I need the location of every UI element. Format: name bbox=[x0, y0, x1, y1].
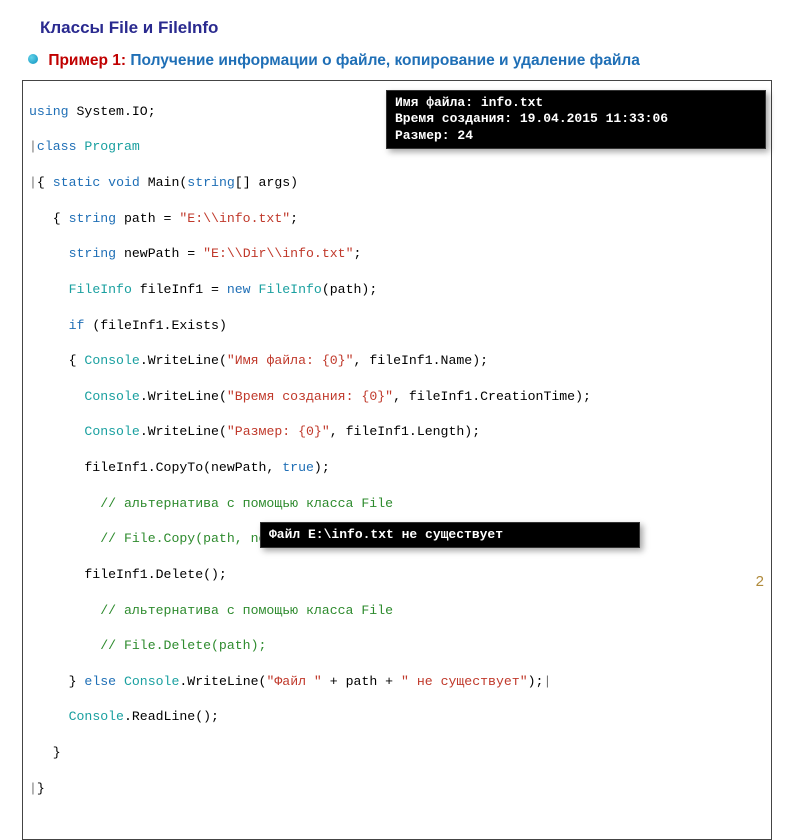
example-heading: Пример 1: Получение информации о файле, … bbox=[28, 52, 772, 70]
code-token: using bbox=[29, 104, 69, 119]
slide: Классы File и FileInfo Пример 1: Получен… bbox=[0, 0, 800, 600]
code-token: true bbox=[282, 460, 314, 475]
code-token bbox=[29, 389, 84, 404]
code-token: , fileInf1.Length); bbox=[330, 424, 480, 439]
code-token: class bbox=[37, 139, 77, 154]
code-block: using System.IO; |class Program |{ stati… bbox=[22, 80, 772, 840]
code-token: (fileInf1.Exists) bbox=[84, 318, 226, 333]
code-token: string bbox=[187, 175, 234, 190]
code-token bbox=[29, 318, 69, 333]
code-token: .WriteLine( bbox=[140, 389, 227, 404]
code-comment: // альтернатива с помощью класса File bbox=[29, 603, 393, 618]
code-token: newPath = bbox=[116, 246, 203, 261]
code-token: ; bbox=[354, 246, 362, 261]
code-token: + path + bbox=[322, 674, 401, 689]
code-token bbox=[29, 282, 69, 297]
code-token: string bbox=[69, 211, 116, 226]
code-token bbox=[29, 424, 84, 439]
code-token: "E:\\Dir\\info.txt" bbox=[203, 246, 353, 261]
code-comment: // альтернатива с помощью класса File bbox=[29, 496, 393, 511]
code-token: fileInf1.Delete(); bbox=[29, 567, 227, 582]
code-token bbox=[29, 709, 69, 724]
code-token: static bbox=[53, 175, 100, 190]
code-token: { bbox=[29, 353, 84, 368]
code-token: | bbox=[29, 781, 37, 796]
code-token bbox=[251, 282, 259, 297]
code-token: path = bbox=[116, 211, 179, 226]
code-token: | bbox=[29, 175, 37, 190]
code-token: FileInfo bbox=[69, 282, 132, 297]
code-token: } bbox=[37, 781, 45, 796]
code-token bbox=[100, 175, 108, 190]
code-token: "Время создания: {0}" bbox=[227, 389, 393, 404]
code-token: FileInfo bbox=[259, 282, 322, 297]
code-token: | bbox=[29, 139, 37, 154]
code-token bbox=[116, 674, 124, 689]
slide-title: Классы File и FileInfo bbox=[40, 18, 772, 38]
page-number: 2 bbox=[756, 573, 764, 590]
code-token: fileInf1.CopyTo(newPath, bbox=[29, 460, 282, 475]
code-token: " не существует" bbox=[401, 674, 528, 689]
code-token: } bbox=[29, 674, 84, 689]
code-token: ); bbox=[314, 460, 330, 475]
code-token: ; bbox=[290, 211, 298, 226]
code-token: Main( bbox=[140, 175, 187, 190]
code-token: .WriteLine( bbox=[140, 353, 227, 368]
code-token bbox=[29, 246, 69, 261]
code-token: new bbox=[227, 282, 251, 297]
code-token: } bbox=[29, 745, 61, 760]
code-token: [] args) bbox=[235, 175, 298, 190]
example-label: Пример 1: bbox=[48, 52, 126, 69]
code-token: "Файл " bbox=[266, 674, 321, 689]
code-token: "Размер: {0}" bbox=[227, 424, 330, 439]
cursor-icon: | bbox=[543, 674, 551, 689]
code-token: Console bbox=[84, 353, 139, 368]
code-token: Console bbox=[84, 389, 139, 404]
code-token: , fileInf1.Name); bbox=[354, 353, 489, 368]
code-token: Console bbox=[124, 674, 179, 689]
code-token: Program bbox=[84, 139, 139, 154]
code-token: else bbox=[84, 674, 116, 689]
code-token: "E:\\info.txt" bbox=[179, 211, 290, 226]
code-token: { bbox=[37, 175, 53, 190]
code-token: Console bbox=[84, 424, 139, 439]
code-token: .WriteLine( bbox=[140, 424, 227, 439]
code-token: if bbox=[69, 318, 85, 333]
code-token: string bbox=[69, 246, 116, 261]
bullet-icon bbox=[28, 54, 38, 64]
code-token: , fileInf1.CreationTime); bbox=[393, 389, 591, 404]
code-token: void bbox=[108, 175, 140, 190]
code-token: (path); bbox=[322, 282, 377, 297]
code-token: { bbox=[29, 211, 69, 226]
code-token: .WriteLine( bbox=[179, 674, 266, 689]
code-token: ); bbox=[528, 674, 544, 689]
code-token: System.IO; bbox=[69, 104, 156, 119]
code-token: Console bbox=[69, 709, 124, 724]
code-comment: // File.Delete(path); bbox=[29, 638, 266, 653]
code-token: .ReadLine(); bbox=[124, 709, 219, 724]
code-token: "Имя файла: {0}" bbox=[227, 353, 354, 368]
console-output-1: Имя файла: info.txt Время создания: 19.0… bbox=[386, 90, 766, 149]
console-output-2: Файл E:\info.txt не существует bbox=[260, 522, 640, 548]
example-description: Получение информации о файле, копировани… bbox=[130, 52, 639, 69]
code-token: fileInf1 = bbox=[132, 282, 227, 297]
